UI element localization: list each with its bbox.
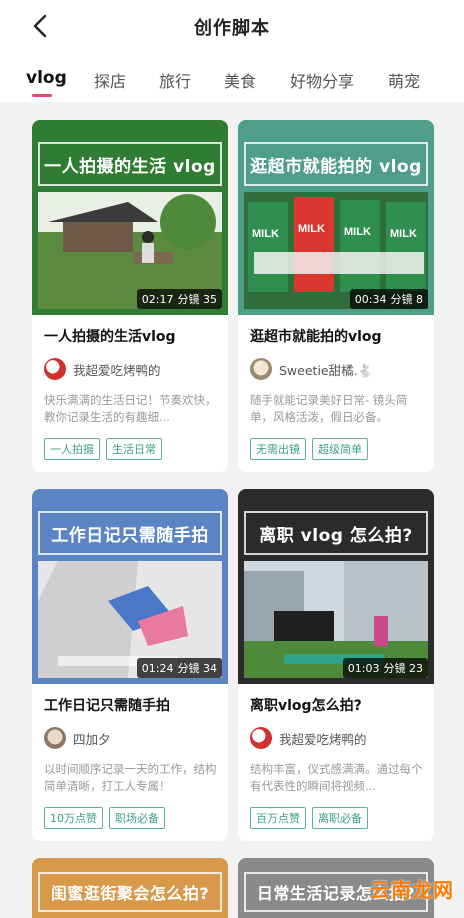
card-tags: 无需出镜 超级简单 (250, 438, 368, 460)
tab-food[interactable]: 美食 (224, 68, 256, 92)
card-description: 结构丰富，仪式感满满。通过每个有代表性的瞬间将视频... (250, 761, 424, 795)
card-author[interactable]: 四加夕 (44, 727, 111, 749)
page-title: 创作脚本 (0, 14, 464, 40)
card-thumbnail: 逛超市就能拍的 vlog MILK MILK MILK MILK 00:34分镜… (238, 120, 434, 315)
top-bar: 创作脚本 (0, 0, 464, 52)
thumbnail-title: 逛超市就能拍的 vlog (244, 142, 428, 186)
tag[interactable]: 职场必备 (109, 807, 165, 829)
tag[interactable]: 10万点赞 (44, 807, 103, 829)
tag[interactable]: 无需出镜 (250, 438, 306, 460)
card-author[interactable]: Sweetie甜橘.🐇 (250, 358, 373, 380)
active-tab-indicator (32, 94, 52, 97)
card-description: 随手就能记录美好日常- 镜头简单，风格活泼，假日必备。 (250, 392, 424, 426)
tag[interactable]: 生活日常 (106, 438, 162, 460)
avatar (44, 358, 66, 380)
avatar (250, 727, 272, 749)
script-card[interactable]: 逛超市就能拍的 vlog MILK MILK MILK MILK 00:34分镜… (238, 120, 434, 472)
milk-label: MILK (298, 223, 325, 235)
script-card[interactable]: 一人拍摄的生活 vlog 02:17分镜 35 一人拍摄的生活vlog 我超爱吃… (32, 120, 228, 472)
author-name: 我超爱吃烤鸭的 (279, 729, 367, 748)
thumbnail-title: 离职 vlog 怎么拍? (244, 511, 428, 555)
tab-vlog[interactable]: vlog (26, 68, 67, 88)
card-title: 逛超市就能拍的vlog (250, 326, 382, 346)
tag[interactable]: 百万点赞 (250, 807, 306, 829)
author-name: Sweetie甜橘.🐇 (279, 360, 373, 379)
milk-label: MILK (252, 228, 279, 240)
duration-badge: 01:03分镜 23 (343, 658, 428, 678)
card-thumbnail: 工作日记只需随手拍 01:24分镜 34 (32, 489, 228, 684)
avatar (250, 358, 272, 380)
author-name: 四加夕 (73, 729, 111, 748)
script-card[interactable]: 离职 vlog 怎么拍? 01:03分镜 23 离职vlog怎么拍? 我超爱吃烤… (238, 489, 434, 841)
duration-badge: 02:17分镜 35 (137, 289, 222, 309)
thumbnail-title: 一人拍摄的生活 vlog (38, 142, 222, 186)
card-thumbnail: 一人拍摄的生活 vlog 02:17分镜 35 (32, 120, 228, 315)
card-description: 以时间顺序记录一天的工作，结构简单清晰，打工人专属！ (44, 761, 218, 795)
tab-pets[interactable]: 萌宠 (388, 68, 420, 92)
script-card[interactable]: 工作日记只需随手拍 01:24分镜 34 工作日记只需随手拍 四加夕 以时间顺序… (32, 489, 228, 841)
card-title: 工作日记只需随手拍 (44, 695, 170, 715)
duration-badge: 00:34分镜 8 (350, 289, 428, 309)
tag[interactable]: 一人拍摄 (44, 438, 100, 460)
card-author[interactable]: 我超爱吃烤鸭的 (250, 727, 367, 749)
avatar (44, 727, 66, 749)
author-name: 我超爱吃烤鸭的 (73, 360, 161, 379)
card-thumbnail: 离职 vlog 怎么拍? 01:03分镜 23 (238, 489, 434, 684)
card-title: 一人拍摄的生活vlog (44, 326, 176, 346)
milk-label: MILK (344, 226, 371, 238)
tab-goods-share[interactable]: 好物分享 (290, 68, 354, 92)
tag[interactable]: 超级简单 (312, 438, 368, 460)
script-grid: 一人拍摄的生活 vlog 02:17分镜 35 一人拍摄的生活vlog 我超爱吃… (0, 102, 464, 911)
tab-explore-shop[interactable]: 探店 (94, 68, 126, 92)
thumbnail-title: 闺蜜逛街聚会怎么拍? (38, 872, 222, 912)
tag[interactable]: 离职必备 (312, 807, 368, 829)
duration-badge: 01:24分镜 34 (137, 658, 222, 678)
watermark: 云南龙网 (370, 874, 454, 903)
tab-travel[interactable]: 旅行 (159, 68, 191, 92)
milk-label: MILK (390, 228, 417, 240)
card-title: 离职vlog怎么拍? (250, 695, 362, 715)
card-tags: 一人拍摄 生活日常 (44, 438, 162, 460)
card-tags: 百万点赞 离职必备 (250, 807, 368, 829)
card-description: 快乐满满的生活日记！节奏欢快，教你记录生活的有趣细... (44, 392, 218, 426)
thumbnail-title: 工作日记只需随手拍 (38, 511, 222, 555)
script-card[interactable]: 闺蜜逛街聚会怎么拍? (32, 858, 228, 918)
card-tags: 10万点赞 职场必备 (44, 807, 165, 829)
category-tabs: vlog 探店 旅行 美食 好物分享 萌宠 (0, 52, 464, 102)
card-author[interactable]: 我超爱吃烤鸭的 (44, 358, 161, 380)
